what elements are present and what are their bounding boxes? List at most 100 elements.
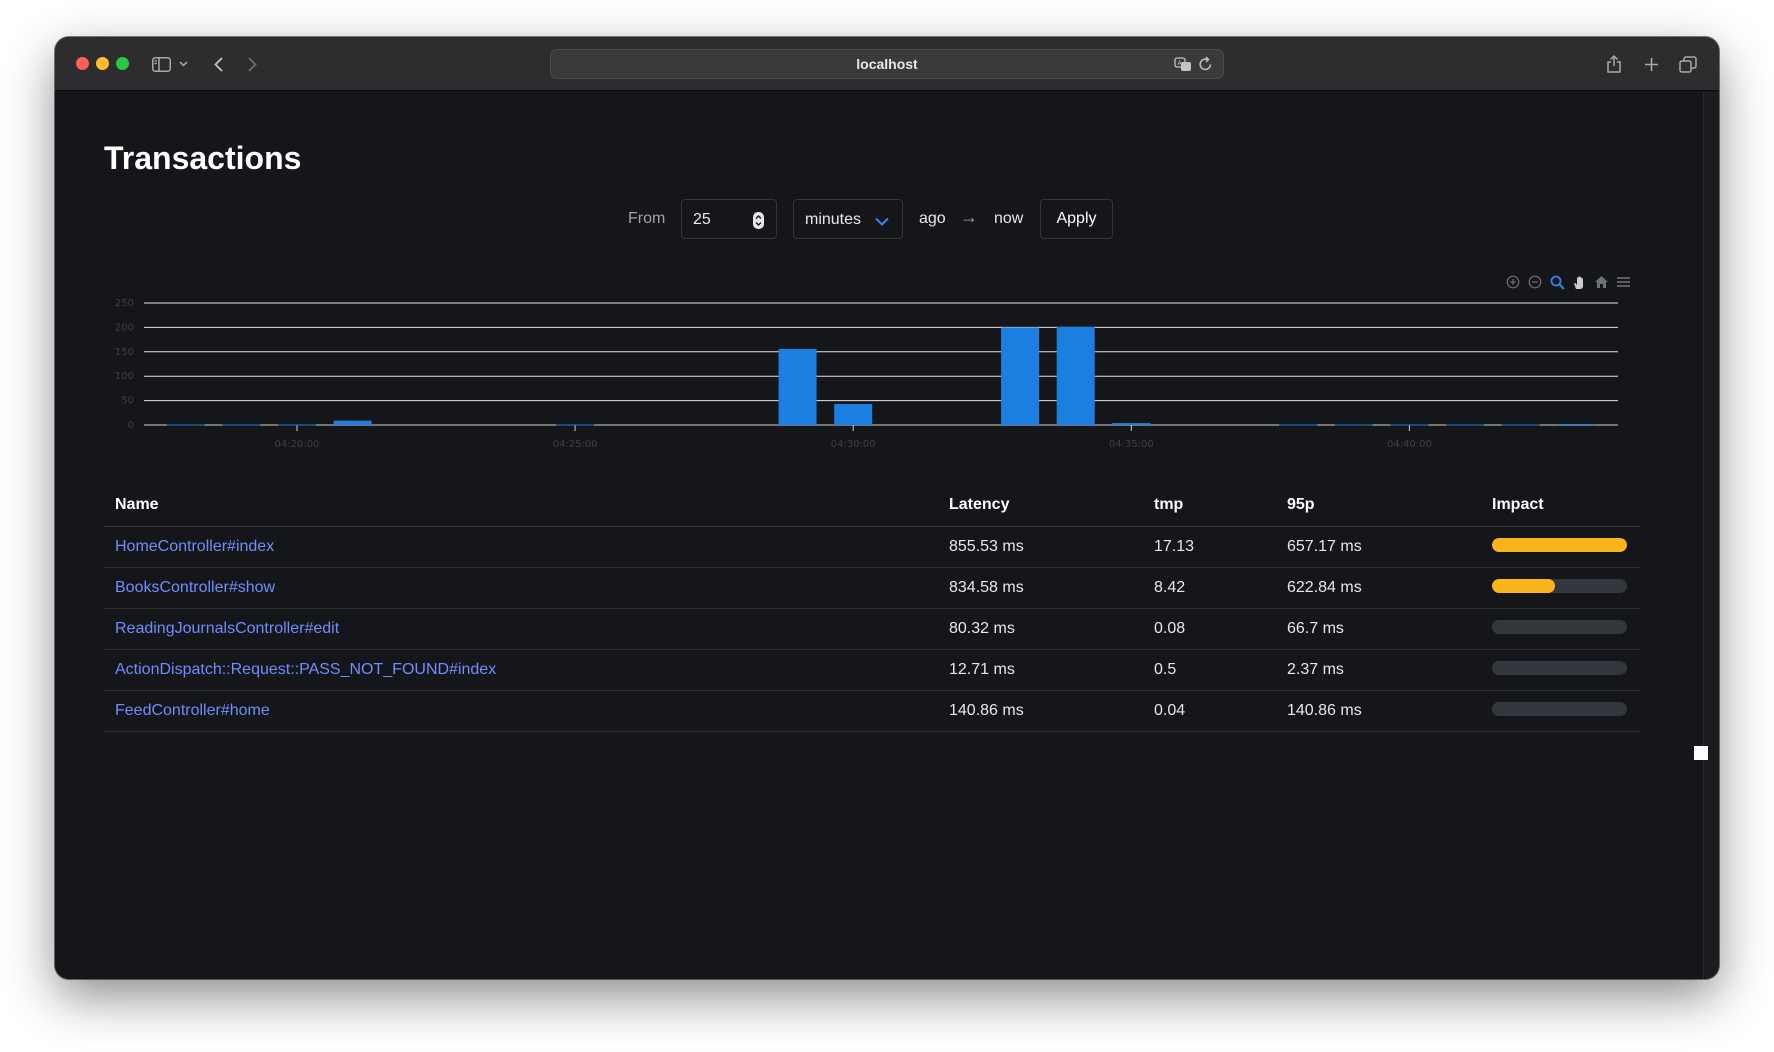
page-title: Transactions xyxy=(104,140,302,176)
chevron-down-icon[interactable] xyxy=(177,51,189,77)
zoom-window-button[interactable] xyxy=(116,57,129,70)
tmp-cell: 0.5 xyxy=(1143,649,1276,691)
chart-bar xyxy=(1001,327,1040,425)
latency-cell: 140.86 ms xyxy=(938,690,1143,732)
new-tab-icon[interactable] xyxy=(1641,51,1661,77)
x-tick-label: 04:20:00 xyxy=(275,439,320,450)
chart-bar xyxy=(556,424,595,426)
chart-bar xyxy=(1056,326,1095,425)
chart-bar xyxy=(834,404,873,425)
table-row: ActionDispatch::Request::PASS_NOT_FOUND#… xyxy=(104,649,1640,691)
x-tick-label: 04:40:00 xyxy=(1387,439,1432,450)
column-header-name[interactable]: Name xyxy=(104,484,938,527)
name-cell: BooksController#show xyxy=(104,567,938,609)
impact-bar-fill xyxy=(1492,538,1627,552)
chevron-down-icon xyxy=(875,213,889,231)
transaction-link[interactable]: FeedController#home xyxy=(115,702,270,719)
impact-bar xyxy=(1492,620,1627,634)
p95-cell: 66.7 ms xyxy=(1276,608,1481,650)
now-label: now xyxy=(994,210,1024,227)
impact-cell xyxy=(1481,567,1640,609)
chart-bar xyxy=(222,424,261,426)
amount-value: 25 xyxy=(693,211,711,228)
name-cell: ActionDispatch::Request::PASS_NOT_FOUND#… xyxy=(104,649,938,691)
unit-select-value: minutes xyxy=(805,211,862,228)
column-header-latency[interactable]: Latency xyxy=(938,484,1143,527)
browser-toolbar: localhost A xyxy=(55,37,1719,91)
chart-bar xyxy=(333,420,372,425)
unit-select[interactable]: minutes xyxy=(793,199,903,239)
table-row: BooksController#show 834.58 ms 8.42 622.84 … xyxy=(104,567,1640,609)
tmp-cell: 0.04 xyxy=(1143,690,1276,732)
close-window-button[interactable] xyxy=(76,57,89,70)
browser-window: localhost A Transactions From 25 minutes… xyxy=(55,37,1719,979)
sidebar-toggle-icon[interactable] xyxy=(150,51,172,77)
ago-label: ago xyxy=(919,210,946,227)
apply-button[interactable]: Apply xyxy=(1040,199,1113,239)
arrow-right-icon: → xyxy=(960,207,978,227)
p95-cell: 622.84 ms xyxy=(1276,567,1481,609)
name-cell: ReadingJournalsController#edit xyxy=(104,608,938,650)
x-tick-label: 04:35:00 xyxy=(1109,439,1154,450)
y-tick-label: 50 xyxy=(121,396,134,407)
impact-bar xyxy=(1492,702,1627,716)
impact-cell xyxy=(1481,649,1640,691)
column-header-95p[interactable]: 95p xyxy=(1276,484,1481,527)
y-tick-label: 150 xyxy=(115,347,134,358)
impact-cell xyxy=(1481,526,1640,568)
name-cell: FeedController#home xyxy=(104,690,938,732)
name-cell: HomeController#index xyxy=(104,526,938,568)
tmp-cell: 8.42 xyxy=(1143,567,1276,609)
transaction-link[interactable]: HomeController#index xyxy=(115,538,274,555)
reload-icon[interactable] xyxy=(1198,56,1213,77)
y-tick-label: 250 xyxy=(115,298,134,309)
chart-bar xyxy=(1334,424,1373,426)
column-header-impact[interactable]: Impact xyxy=(1481,484,1640,527)
scrollbar-thumb[interactable] xyxy=(1694,746,1708,760)
latency-cell: 12.71 ms xyxy=(938,649,1143,691)
impact-cell xyxy=(1481,690,1640,732)
table-header-row: Name Latency tmp 95p Impact xyxy=(104,484,1640,527)
impact-bar xyxy=(1492,579,1627,593)
table-row: ReadingJournalsController#edit 80.32 ms 0.… xyxy=(104,608,1640,650)
column-header-tmp[interactable]: tmp xyxy=(1143,484,1276,527)
chart-bar xyxy=(778,348,817,425)
address-bar[interactable]: localhost A xyxy=(550,49,1224,79)
transaction-link[interactable]: BooksController#show xyxy=(115,579,275,596)
translate-icon[interactable]: A xyxy=(1174,56,1192,77)
p95-cell: 140.86 ms xyxy=(1276,690,1481,732)
stepper-icon[interactable] xyxy=(753,212,764,229)
chart-bar xyxy=(1390,424,1429,426)
tmp-cell: 17.13 xyxy=(1143,526,1276,568)
share-icon[interactable] xyxy=(1604,51,1624,77)
latency-cell: 855.53 ms xyxy=(938,526,1143,568)
table-row: FeedController#home 140.86 ms 0.04 140.86 m… xyxy=(104,690,1640,732)
latency-cell: 834.58 ms xyxy=(938,567,1143,609)
back-icon[interactable] xyxy=(210,51,226,77)
chart-bar xyxy=(1112,423,1151,425)
minimize-window-button[interactable] xyxy=(96,57,109,70)
tmp-cell: 0.08 xyxy=(1143,608,1276,650)
x-tick-label: 04:25:00 xyxy=(553,439,598,450)
address-bar-url: localhost xyxy=(856,56,918,72)
impact-cell xyxy=(1481,608,1640,650)
x-tick-label: 04:30:00 xyxy=(831,439,876,450)
impact-bar xyxy=(1492,661,1627,675)
transactions-table: Name Latency tmp 95p Impact HomeControll… xyxy=(104,484,1640,732)
forward-icon[interactable] xyxy=(244,51,260,77)
amount-input[interactable]: 25 xyxy=(681,199,777,239)
y-tick-label: 0 xyxy=(128,420,134,431)
p95-cell: 2.37 ms xyxy=(1276,649,1481,691)
impact-bar-fill xyxy=(1492,579,1556,593)
y-tick-label: 100 xyxy=(115,371,134,382)
chart-bar xyxy=(166,424,205,426)
table-row: HomeController#index 855.53 ms 17.13 657.17… xyxy=(104,526,1640,568)
transaction-link[interactable]: ReadingJournalsController#edit xyxy=(115,620,339,637)
chart-bar xyxy=(1279,424,1318,426)
transaction-link[interactable]: ActionDispatch::Request::PASS_NOT_FOUND#… xyxy=(115,661,496,678)
table-body: HomeController#index 855.53 ms 17.13 657.17… xyxy=(104,526,1640,732)
latency-cell: 80.32 ms xyxy=(938,608,1143,650)
scrollbar[interactable] xyxy=(1703,92,1719,979)
tab-overview-icon[interactable] xyxy=(1678,51,1698,77)
time-range-form: From 25 minutes ago → now Apply xyxy=(55,198,1703,240)
